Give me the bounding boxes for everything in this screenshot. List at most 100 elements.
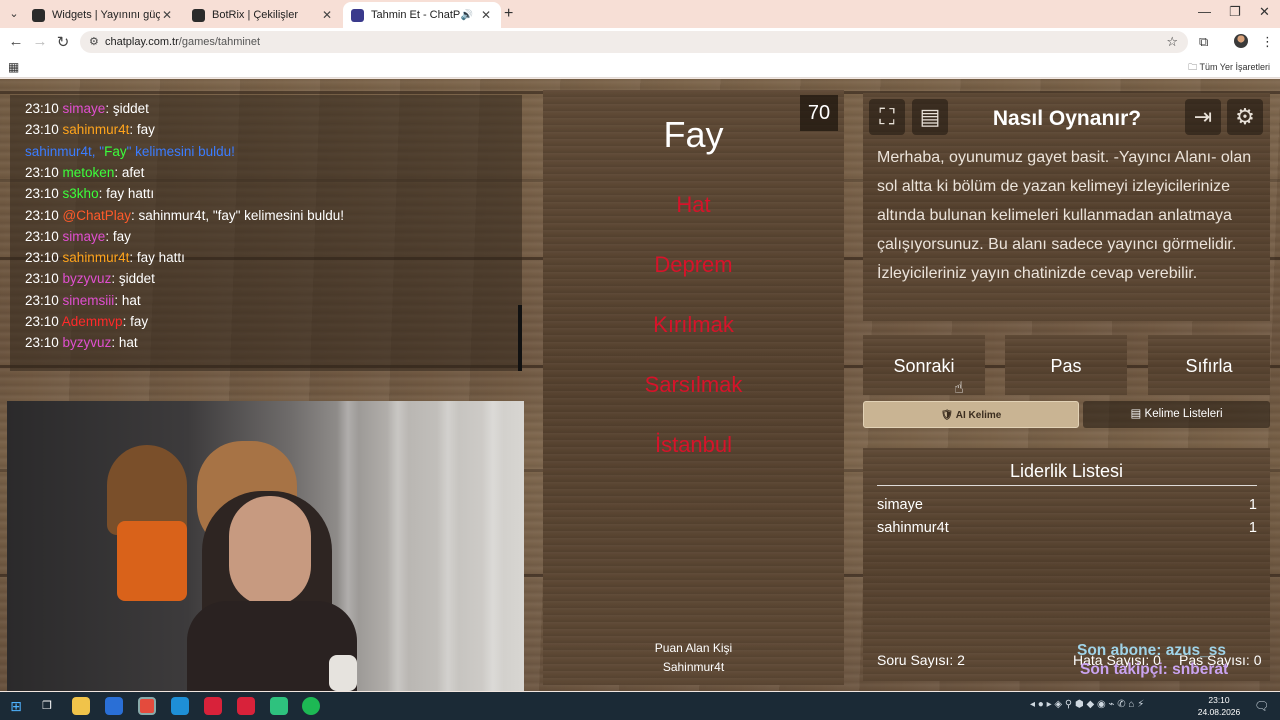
chat-message: : hat	[114, 293, 141, 308]
fullscreen-icon[interactable]: ⛶	[869, 99, 905, 135]
ai-word-button[interactable]: 🛡 AI Kelime	[863, 401, 1079, 428]
chat-line: sahinmur4t, "Fay" kelimesini buldu!	[25, 144, 235, 159]
chat-time: 23:10	[25, 314, 62, 329]
chat-system-prefix: sahinmur4t, "	[25, 144, 105, 159]
chat-found-word: Fay	[104, 144, 127, 159]
menu-icon[interactable]: ⋮	[1261, 34, 1274, 50]
chat-message: : fay	[105, 229, 131, 244]
webcam-feed	[7, 401, 524, 691]
chat-message: : şiddet	[111, 271, 155, 286]
tab-widgets[interactable]: Widgets | Yayınını güçlendirmek ✕	[24, 2, 182, 28]
chat-message: : fay	[129, 122, 155, 137]
close-tab-icon[interactable]: ✕	[479, 8, 493, 22]
minimize-icon[interactable]: —	[1198, 4, 1211, 19]
app-red-icon[interactable]	[204, 697, 222, 715]
chat-scrollbar[interactable]	[518, 305, 522, 371]
browser-tab-bar: ⌄ Widgets | Yayınını güçlendirmek ✕ BotR…	[0, 0, 1280, 28]
speaker-icon[interactable]: 🔊	[461, 10, 473, 21]
tab-title: Widgets | Yayınını güçlendirmek	[52, 9, 160, 21]
site-info-icon[interactable]: ⚙	[89, 31, 99, 53]
chat-username[interactable]: @ChatPlay	[63, 208, 131, 223]
chat-time: 23:10	[25, 229, 63, 244]
curtain-fold	[437, 401, 459, 691]
windows-taskbar: ⊞ ❐ ◂ ● ▸ ◈ ⚲ ⬢ ◆ ◉ ⌁ ✆ ⌂ ⚡ 23:10 24.08.…	[0, 692, 1280, 720]
tab-chatplay[interactable]: Tahmin Et - ChatPlay 🔊 ✕	[343, 2, 501, 28]
start-icon[interactable]: ⊞	[7, 697, 25, 715]
chat-message: : şiddet	[105, 101, 149, 116]
chat-message: : hat	[111, 335, 138, 350]
chat-message: : fay hattı	[129, 250, 185, 265]
word-lists-button[interactable]: ▤ Kelime Listeleri	[1083, 401, 1270, 428]
forward-icon[interactable]: →	[30, 33, 50, 50]
chat-time: 23:10	[25, 293, 63, 308]
next-button[interactable]: Sonraki	[863, 335, 985, 395]
chat-username[interactable]: Ademmvp	[62, 314, 123, 329]
tab-botrix[interactable]: BotRix | Çekilişler ✕	[184, 2, 342, 28]
chat-username[interactable]: sahinmur4t	[63, 122, 130, 137]
chat-line: 23:10 @ChatPlay: sahinmur4t, "fay" kelim…	[25, 208, 344, 223]
tray-icons[interactable]: ◂ ● ▸ ◈ ⚲ ⬢ ◆ ◉ ⌁ ✆ ⌂ ⚡	[1030, 699, 1144, 710]
profile-avatar-icon[interactable]	[1234, 34, 1248, 48]
apps-grid-icon[interactable]: ▦	[8, 60, 19, 74]
taboo-word: Hat	[676, 192, 711, 217]
close-tab-icon[interactable]: ✕	[320, 8, 334, 22]
outlook-icon[interactable]	[105, 697, 123, 715]
mouse-cursor-icon: ☝	[954, 380, 964, 397]
chat-panel: 23:10 simaye: şiddet 23:10 sahinmur4t: fa…	[10, 95, 522, 371]
botrix-favicon-icon	[192, 8, 205, 22]
extensions-icon[interactable]: ⧉	[1199, 34, 1208, 50]
settings-gear-icon[interactable]: ⚙	[1227, 99, 1263, 135]
chat-username[interactable]: simaye	[63, 101, 106, 116]
chat-time: 23:10	[25, 208, 63, 223]
all-bookmarks-label: Tüm Yer İşaretleri	[1199, 62, 1270, 72]
bookmark-star-icon[interactable]: ☆	[1166, 31, 1178, 53]
pass-button[interactable]: Pas	[1005, 335, 1127, 395]
chat-username[interactable]: sahinmur4t	[63, 250, 130, 265]
app-green-icon[interactable]	[270, 697, 288, 715]
curtain-fold	[482, 401, 504, 691]
notifications-icon[interactable]: 🗨	[1254, 699, 1269, 713]
reset-button[interactable]: Sıfırla	[1148, 335, 1270, 395]
chat-username[interactable]: byzyvuz	[63, 335, 112, 350]
chat-line: 23:10 simaye: şiddet	[25, 101, 149, 116]
clock-time: 23:10	[1208, 695, 1230, 705]
spotify-icon[interactable]	[302, 697, 320, 715]
chat-line: 23:10 sahinmur4t: fay	[25, 122, 155, 137]
player-name: simaye	[877, 497, 923, 513]
restore-icon[interactable]: ❐	[1229, 4, 1241, 20]
taboo-word: İstanbul	[654, 432, 733, 457]
chat-username[interactable]: simaye	[63, 229, 106, 244]
bear-jersey	[117, 521, 187, 601]
edge-icon[interactable]	[171, 697, 189, 715]
close-tab-icon[interactable]: ✕	[160, 8, 174, 22]
all-bookmarks[interactable]: 🗀 Tüm Yer İşaretleri	[1188, 60, 1270, 76]
system-clock[interactable]: 23:10 24.08.2026	[1196, 694, 1242, 718]
clock-date: 24.08.2026	[1197, 707, 1241, 717]
curtain-fold	[387, 401, 409, 691]
chrome-icon[interactable]	[138, 697, 156, 715]
chat-line: 23:10 metoken: afet	[25, 165, 144, 180]
chat-line: 23:10 sinemsiii: hat	[25, 293, 141, 308]
leaderboard-row: sahinmur4t 1	[877, 520, 1257, 536]
chat-username[interactable]: metoken	[63, 165, 115, 180]
chat-username[interactable]: sinemsiii	[63, 293, 115, 308]
tab-title: Tahmin Et - ChatPlay	[371, 9, 461, 21]
address-bar[interactable]: ⚙ chatplay.com.tr/games/tahminet ☆	[80, 31, 1188, 53]
task-view-icon[interactable]: ❐	[38, 697, 56, 715]
chat-username[interactable]: byzyvuz	[63, 271, 112, 286]
file-explorer-icon[interactable]	[72, 697, 90, 715]
close-window-icon[interactable]: ✕	[1259, 4, 1270, 20]
scorer-label: Puan Alan Kişi	[654, 641, 733, 655]
tab-title: BotRix | Çekilişler	[212, 9, 298, 21]
new-tab-button[interactable]: +	[504, 5, 513, 23]
chat-username[interactable]: s3kho	[63, 186, 99, 201]
taboo-word: Deprem	[654, 252, 733, 277]
chat-time: 23:10	[25, 335, 63, 350]
chat-line: 23:10 byzyvuz: şiddet	[25, 271, 155, 286]
reload-icon[interactable]: ↻	[53, 33, 73, 51]
app-red2-icon[interactable]	[237, 697, 255, 715]
taboo-word: Kırılmak	[653, 312, 734, 337]
leaderboard-divider	[877, 485, 1257, 486]
tab-search-icon[interactable]: ⌄	[6, 6, 22, 22]
back-icon[interactable]: ←	[6, 33, 26, 50]
